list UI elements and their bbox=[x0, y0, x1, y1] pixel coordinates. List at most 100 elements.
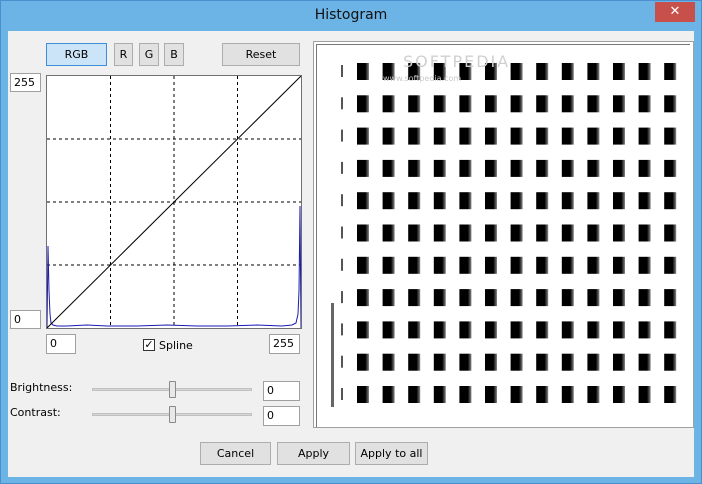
preview-image bbox=[331, 63, 677, 407]
preview-bar bbox=[536, 127, 549, 145]
dialog-client: RGB R G B Reset 255 0 0 255 ✓ Spline Bri… bbox=[8, 31, 694, 477]
reset-button[interactable]: Reset bbox=[222, 43, 300, 66]
preview-bar bbox=[664, 224, 677, 242]
preview-bar bbox=[357, 95, 369, 113]
preview-bar bbox=[536, 386, 549, 403]
preview-bar bbox=[613, 353, 625, 371]
preview-bar bbox=[587, 353, 600, 371]
preview-bar bbox=[459, 386, 472, 403]
preview-bar bbox=[408, 386, 421, 403]
preview-bar bbox=[536, 192, 549, 210]
contrast-value[interactable]: 0 bbox=[263, 406, 300, 426]
preview-bar bbox=[613, 63, 625, 80]
preview-bar bbox=[561, 256, 574, 274]
preview-bar bbox=[433, 95, 446, 113]
preview-bar bbox=[433, 159, 446, 177]
channel-r-button[interactable]: R bbox=[114, 43, 133, 66]
preview-bar bbox=[510, 224, 523, 242]
preview-bar bbox=[459, 159, 472, 177]
curve-graph[interactable] bbox=[46, 75, 302, 329]
preview-bar bbox=[357, 63, 369, 80]
preview-bar bbox=[638, 386, 651, 403]
preview-bar bbox=[408, 192, 421, 210]
brightness-slider-thumb[interactable] bbox=[169, 381, 176, 398]
preview-bar bbox=[664, 192, 677, 210]
preview-bar bbox=[638, 63, 651, 80]
x-max-value: 255 bbox=[269, 334, 300, 354]
preview-bar bbox=[485, 159, 497, 177]
histogram-window: Histogram ✕ RGB R G B Reset 255 0 0 255 … bbox=[0, 0, 702, 484]
preview-bar bbox=[510, 256, 523, 274]
preview-bar bbox=[408, 95, 421, 113]
preview-bar bbox=[382, 159, 395, 177]
preview-side-caption bbox=[331, 303, 334, 407]
preview-bar bbox=[587, 192, 600, 210]
preview-bar bbox=[485, 95, 497, 113]
preview-bar bbox=[510, 127, 523, 145]
preview-bar bbox=[638, 95, 651, 113]
close-button[interactable]: ✕ bbox=[655, 2, 695, 22]
preview-bar bbox=[485, 224, 497, 242]
spline-checkbox[interactable]: ✓ bbox=[143, 339, 155, 351]
preview-bar bbox=[613, 127, 625, 145]
preview-bar bbox=[561, 321, 574, 339]
preview-bar bbox=[433, 289, 446, 307]
preview-bar bbox=[536, 224, 549, 242]
title-bar[interactable]: Histogram ✕ bbox=[1, 1, 701, 31]
preview-bar bbox=[382, 321, 395, 339]
preview-bar bbox=[613, 95, 625, 113]
preview-bar bbox=[664, 321, 677, 339]
preview-bar bbox=[459, 224, 472, 242]
preview-bar bbox=[638, 256, 651, 274]
preview-bar bbox=[638, 321, 651, 339]
brightness-value[interactable]: 0 bbox=[263, 381, 300, 401]
apply-button[interactable]: Apply bbox=[277, 442, 350, 465]
preview-bar bbox=[485, 256, 497, 274]
brightness-slider[interactable] bbox=[92, 380, 252, 400]
preview-bar bbox=[382, 127, 395, 145]
preview-row-label bbox=[341, 291, 343, 304]
channel-rgb-button[interactable]: RGB bbox=[46, 43, 107, 66]
apply-to-all-button[interactable]: Apply to all bbox=[355, 442, 428, 465]
image-preview: SOFTPEDIA www.softpedia.com bbox=[313, 41, 694, 428]
curve-graph-svg bbox=[46, 75, 302, 329]
cancel-button[interactable]: Cancel bbox=[200, 442, 271, 465]
preview-bar bbox=[536, 159, 549, 177]
spline-label: Spline bbox=[159, 339, 193, 352]
preview-bar bbox=[433, 224, 446, 242]
channel-g-button[interactable]: G bbox=[139, 43, 159, 66]
preview-bar bbox=[357, 386, 369, 403]
close-icon: ✕ bbox=[669, 4, 681, 19]
preview-bar bbox=[664, 127, 677, 145]
preview-bar bbox=[613, 289, 625, 307]
preview-bar bbox=[587, 63, 600, 80]
channel-b-button[interactable]: B bbox=[164, 43, 184, 66]
preview-bar bbox=[485, 353, 497, 371]
preview-bar bbox=[485, 289, 497, 307]
preview-bar bbox=[382, 95, 395, 113]
preview-bar bbox=[587, 256, 600, 274]
y-max-value: 255 bbox=[10, 73, 41, 92]
preview-bar bbox=[382, 192, 395, 210]
preview-bar bbox=[357, 353, 369, 371]
preview-bar bbox=[561, 192, 574, 210]
preview-bar bbox=[357, 256, 369, 274]
window-title: Histogram bbox=[314, 7, 388, 23]
contrast-slider[interactable] bbox=[92, 405, 252, 425]
preview-bar bbox=[408, 353, 421, 371]
preview-bar bbox=[485, 192, 497, 210]
watermark-logo: SOFTPEDIA bbox=[403, 52, 511, 71]
preview-bar bbox=[459, 256, 472, 274]
x-min-value: 0 bbox=[46, 334, 76, 354]
y-min-value: 0 bbox=[10, 310, 41, 329]
preview-bar bbox=[433, 386, 446, 403]
preview-bar bbox=[459, 321, 472, 339]
preview-bar bbox=[510, 63, 523, 80]
preview-bar bbox=[459, 353, 472, 371]
preview-bar bbox=[561, 63, 574, 80]
contrast-slider-thumb[interactable] bbox=[169, 406, 176, 423]
preview-bar bbox=[561, 127, 574, 145]
preview-bar bbox=[357, 289, 369, 307]
preview-bar bbox=[408, 289, 421, 307]
preview-bar bbox=[382, 353, 395, 371]
